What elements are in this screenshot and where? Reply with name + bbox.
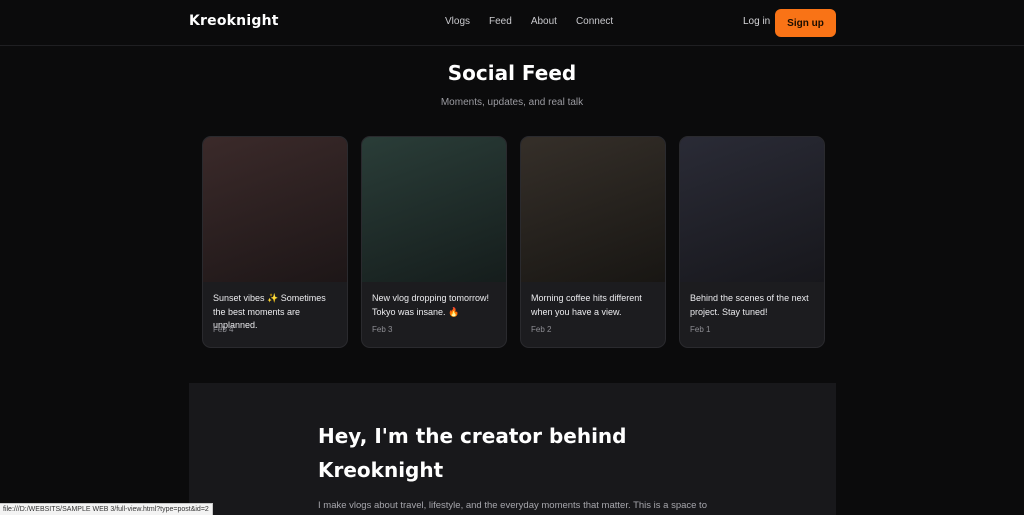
nav-link-about[interactable]: About — [531, 16, 557, 27]
signup-button[interactable]: Sign up — [775, 9, 836, 37]
post-caption: New vlog dropping tomorrow! Tokyo was in… — [372, 293, 490, 317]
post-card[interactable]: New vlog dropping tomorrow! Tokyo was in… — [361, 136, 507, 348]
post-thumbnail[interactable] — [680, 137, 824, 282]
post-caption: Behind the scenes of the next project. S… — [690, 293, 809, 317]
page: Kreoknight Vlogs Feed About Connect Log … — [0, 0, 1024, 515]
feed-title: Social Feed — [447, 61, 577, 85]
top-navbar: Kreoknight Vlogs Feed About Connect Log … — [0, 0, 1024, 46]
post-thumbnail[interactable] — [203, 137, 347, 282]
main-nav: Vlogs Feed About Connect — [445, 16, 613, 27]
post-date: Feb 2 — [531, 325, 552, 334]
post-card[interactable]: Morning coffee hits different when you h… — [520, 136, 666, 348]
post-card[interactable]: Behind the scenes of the next project. S… — [679, 136, 825, 348]
browser-status-url: file:///D:/WEBSITS/SAMPLE WEB 3/full-vie… — [0, 503, 213, 515]
post-caption: Sunset vibes ✨ Sometimes the best moment… — [213, 293, 326, 330]
about-heading: Hey, I'm the creator behind Kreoknight — [318, 424, 627, 482]
post-date: Feb 3 — [372, 325, 393, 334]
post-thumbnail[interactable] — [362, 137, 506, 282]
login-link[interactable]: Log in — [743, 16, 770, 27]
post-date: Feb 1 — [690, 325, 711, 334]
site-logo[interactable]: Kreoknight — [189, 13, 279, 29]
post-card[interactable]: Sunset vibes ✨ Sometimes the best moment… — [202, 136, 348, 348]
post-caption: Morning coffee hits different when you h… — [531, 293, 642, 317]
nav-link-connect[interactable]: Connect — [576, 16, 613, 27]
post-thumbnail[interactable] — [521, 137, 665, 282]
feed-cards: Sunset vibes ✨ Sometimes the best moment… — [202, 136, 825, 348]
nav-link-feed[interactable]: Feed — [489, 16, 512, 27]
about-text: I make vlogs about travel, lifestyle, an… — [318, 500, 707, 511]
about-section: Hey, I'm the creator behind Kreoknight I… — [189, 383, 836, 515]
feed-subtitle: Moments, updates, and real talk — [440, 97, 584, 108]
post-date: Feb 4 — [213, 325, 234, 334]
nav-link-vlogs[interactable]: Vlogs — [445, 16, 470, 27]
